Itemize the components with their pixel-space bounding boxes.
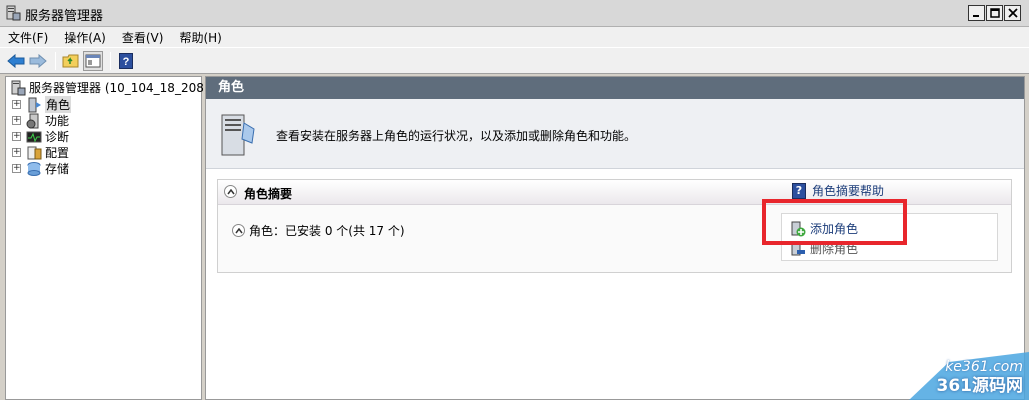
window-title: 服务器管理器 [25, 9, 104, 24]
up-level-button[interactable] [61, 51, 81, 71]
tree-item-diagnostics[interactable]: + 诊断 [12, 128, 69, 145]
tree-item-storage[interactable]: + 存储 [12, 160, 69, 177]
help-button[interactable]: ? [116, 51, 136, 71]
tree-item-roles[interactable]: + 角色 [12, 96, 72, 113]
title-bar: 服务器管理器 [0, 0, 1029, 27]
roles-status-row: 角色：已安装 0 个(共 17 个) [232, 222, 405, 239]
tree-item-configuration[interactable]: + 配置 [12, 144, 69, 161]
chevron-up-icon [226, 188, 235, 194]
forward-arrow-icon [29, 53, 47, 68]
storage-icon [27, 161, 41, 176]
collapse-section-button[interactable] [224, 185, 237, 198]
maximize-button[interactable] [986, 5, 1003, 21]
close-button[interactable] [1004, 5, 1021, 21]
expand-icon[interactable]: + [12, 116, 21, 125]
close-icon [1007, 8, 1018, 18]
help-icon: ? [119, 52, 133, 69]
menu-view[interactable]: 查看(V) [122, 29, 164, 46]
server-roles-icon [221, 114, 255, 156]
configuration-icon [27, 146, 42, 159]
tree-item-label: 角色 [45, 96, 72, 113]
watermark: ke361.com 361源码网 [909, 352, 1029, 400]
menu-help[interactable]: 帮助(H) [179, 29, 221, 46]
description-text: 查看安装在服务器上角色的运行状况，以及添加或删除角色和功能。 [276, 129, 637, 143]
section-title: 角色摘要 [244, 187, 293, 201]
menu-file[interactable]: 文件(F) [8, 29, 48, 46]
toolbar-separator [55, 51, 56, 70]
back-arrow-icon [7, 53, 25, 68]
svg-text:?: ? [123, 56, 130, 68]
show-hide-tree-button[interactable] [83, 50, 103, 71]
console-tree-icon [85, 54, 101, 67]
tree-item-label: 功能 [45, 114, 70, 128]
tree-item-label: 配置 [45, 146, 70, 160]
watermark-name: 361源码网 [936, 376, 1024, 396]
collapse-roles-button[interactable] [232, 224, 245, 237]
roles-summary-help-link[interactable]: ? 角色摘要帮助 [792, 182, 884, 199]
help-link-label: 角色摘要帮助 [812, 184, 885, 198]
roles-status-text: 角色：已安装 0 个(共 17 个) [249, 224, 405, 238]
menu-bar: 文件(F) 操作(A) 查看(V) 帮助(H) [0, 27, 1029, 47]
tree-root-label: 服务器管理器 (10_104_18_208) [29, 81, 209, 95]
highlight-annotation [762, 199, 907, 245]
content-header: 角色 [206, 77, 1024, 99]
help-icon: ? [792, 182, 806, 199]
tree-item-label: 存储 [45, 162, 70, 176]
minimize-button[interactable] [968, 5, 985, 21]
menu-action[interactable]: 操作(A) [64, 29, 106, 46]
tree-item-features[interactable]: + 功能 [12, 112, 69, 129]
toolbar-separator [110, 51, 111, 70]
minimize-icon [972, 15, 979, 17]
expand-icon[interactable]: + [12, 148, 21, 157]
server-manager-icon [6, 5, 21, 21]
server-manager-icon [11, 80, 26, 95]
back-button[interactable] [6, 51, 26, 71]
expand-icon[interactable]: + [12, 164, 21, 173]
toolbar: ? [0, 47, 1029, 74]
tree-item-label: 诊断 [45, 130, 70, 144]
expand-icon[interactable]: + [12, 100, 21, 109]
maximize-icon [989, 8, 1000, 18]
forward-button[interactable] [28, 51, 48, 71]
roles-icon [28, 97, 41, 112]
tree-root[interactable]: 服务器管理器 (10_104_18_208) [10, 79, 209, 96]
features-icon [26, 113, 39, 128]
diagnostics-icon [26, 131, 42, 142]
description-area: 查看安装在服务器上角色的运行状况，以及添加或删除角色和功能。 [206, 99, 1024, 169]
expand-icon[interactable]: + [12, 132, 21, 141]
folder-up-icon [62, 54, 79, 67]
chevron-up-icon [234, 227, 243, 233]
console-tree: 服务器管理器 (10_104_18_208) + 角色 + 功能 + 诊断 + … [5, 76, 209, 400]
